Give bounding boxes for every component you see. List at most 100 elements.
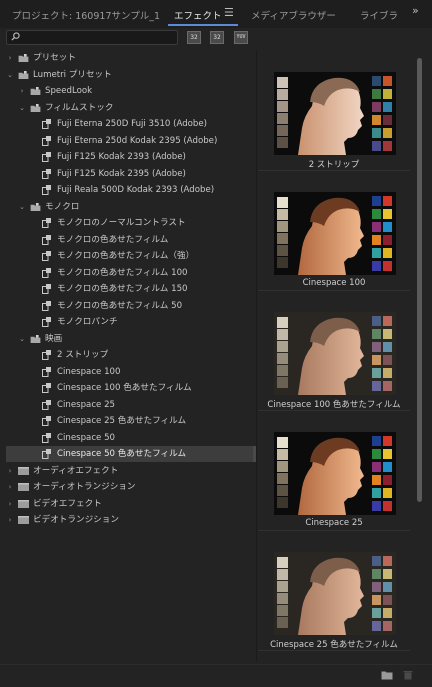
preset-preview-card[interactable]: Cinespace 100 — [258, 170, 410, 291]
tree-folder[interactable]: › オーディオトランジション — [6, 479, 256, 495]
portrait-image — [274, 432, 396, 515]
trash-icon[interactable] — [402, 670, 414, 680]
tree-item-label: オーディオトランジション — [33, 482, 136, 492]
tree-item-label: 2 ストリップ — [57, 350, 109, 360]
search-icon — [11, 32, 20, 41]
preset-caption: Cinespace 25 — [305, 518, 363, 528]
card-divider — [258, 650, 410, 651]
preset-item[interactable]: Cinespace 25 色あせたフィルム — [6, 413, 256, 429]
preset-item[interactable]: Fuji Eterna 250D Fuji 3510 (Adobe) — [6, 116, 256, 132]
tree-folder[interactable]: › SpeedLook — [6, 83, 256, 99]
chevron-right-icon[interactable]: › — [6, 512, 14, 528]
new-bin-icon[interactable] — [381, 670, 393, 680]
preset-item[interactable]: モノクロの色あせたフィルム 150 — [6, 281, 256, 297]
tree-folder[interactable]: › プリセット — [6, 50, 256, 66]
preset-item[interactable]: Fuji Eterna 250d Kodak 2395 (Adobe) — [6, 133, 256, 149]
preset-item[interactable]: Cinespace 50 — [6, 430, 256, 446]
chevron-down-icon[interactable]: ⌄ — [18, 100, 26, 116]
accelerated-effects-button[interactable]: 32 — [187, 31, 201, 44]
preset-item[interactable]: モノクロの色あせたフィルム 100 — [6, 265, 256, 281]
preset-item[interactable]: Cinespace 100 — [6, 364, 256, 380]
preset-icon — [42, 232, 54, 248]
preset-folder-icon — [30, 199, 42, 215]
chevron-right-icon[interactable]: › — [6, 496, 14, 512]
tree-folder[interactable]: › オーディオエフェクト — [6, 463, 256, 479]
preset-folder-icon — [18, 50, 30, 66]
preview-scrollbar[interactable] — [414, 50, 424, 662]
tree-item-label: ビデオトランジション — [33, 515, 119, 525]
preset-preview-card[interactable]: 2 ストリップ — [258, 50, 410, 171]
more-tabs-icon[interactable]: » — [412, 4, 419, 17]
preset-icon — [42, 397, 54, 413]
preset-item[interactable]: Cinespace 25 — [6, 397, 256, 413]
preset-caption: 2 ストリップ — [308, 160, 360, 170]
preset-item[interactable]: Cinespace 100 色あせたフィルム — [6, 380, 256, 396]
tree-item-label: オーディオエフェクト — [33, 465, 119, 476]
chevron-right-icon[interactable]: › — [6, 479, 14, 495]
tab-media-browser[interactable]: メディアブラウザー — [251, 8, 336, 22]
chevron-right-icon[interactable]: › — [6, 50, 14, 66]
tree-folder[interactable]: ⌄ Lumetri プリセット — [6, 67, 256, 83]
preset-preview-card[interactable]: Cinespace 25 — [258, 410, 410, 531]
tree-item-label: Cinespace 100 色あせたフィルム — [57, 383, 192, 393]
portrait-image — [274, 312, 396, 395]
tab-effects[interactable]: エフェクト — [174, 8, 222, 22]
preset-icon — [42, 380, 54, 396]
chevron-right-icon[interactable]: › — [6, 463, 14, 479]
tree-folder[interactable]: › ビデオエフェクト — [6, 496, 256, 512]
chevron-down-icon[interactable]: ⌄ — [6, 67, 14, 83]
tree-item-label: モノクロの色あせたフィルム 50 — [57, 300, 183, 311]
search-input[interactable] — [23, 31, 173, 44]
bin-icon — [18, 496, 30, 512]
preset-item[interactable]: Cinespace 50 色あせたフィルム — [6, 446, 256, 462]
tree-item-label: Cinespace 25 — [57, 399, 115, 410]
tree-item-label: Lumetri プリセット — [33, 69, 112, 80]
tree-item-label: フィルムストック — [45, 102, 114, 113]
tree-item-label: ビデオエフェクト — [33, 498, 102, 509]
bin-icon — [18, 463, 30, 479]
preset-folder-icon — [30, 331, 42, 347]
chevron-right-icon[interactable]: › — [18, 83, 26, 99]
portrait-image — [274, 552, 396, 635]
preset-item[interactable]: モノクロの色あせたフィルム — [6, 232, 256, 248]
preset-item[interactable]: 2 ストリップ — [6, 347, 256, 363]
preset-icon — [42, 364, 54, 380]
tab-project[interactable]: プロジェクト: 160917サンプル_1 — [12, 8, 160, 22]
preset-icon — [42, 248, 54, 264]
preset-preview-card[interactable]: Cinespace 100 色あせたフィルム — [258, 290, 410, 411]
preset-folder-icon — [30, 100, 42, 116]
tree-item-label: 映画 — [45, 333, 63, 344]
tab-library[interactable]: ライブラリ — [360, 8, 400, 22]
panel-menu-icon[interactable]: ☰ — [224, 6, 234, 19]
pane-divider[interactable] — [256, 50, 257, 662]
preset-item[interactable]: モノクロの色あせたフィルム 50 — [6, 298, 256, 314]
preset-preview-card[interactable]: Cinespace 25 色あせたフィルム — [258, 530, 410, 651]
preset-item[interactable]: モノクロのノーマルコントラスト — [6, 215, 256, 231]
preset-icon — [42, 281, 54, 297]
preset-item[interactable]: Fuji Reala 500D Kodak 2393 (Adobe) — [6, 182, 256, 198]
preset-caption: Cinespace 100 色あせたフィルム — [267, 400, 401, 410]
bin-icon — [18, 479, 30, 495]
preset-item[interactable]: モノクロの色あせたフィルム（強） — [6, 248, 256, 264]
tree-item-label: プリセット — [33, 53, 76, 63]
tree-item-label: モノクロパンチ — [57, 317, 118, 327]
tree-folder[interactable]: › ビデオトランジション — [6, 512, 256, 528]
chevron-down-icon[interactable]: ⌄ — [18, 331, 26, 347]
tree-item-label: モノクロのノーマルコントラスト — [57, 218, 186, 228]
preset-thumbnail — [274, 432, 396, 515]
preset-item[interactable]: Fuji F125 Kodak 2393 (Adobe) — [6, 149, 256, 165]
preset-item[interactable]: モノクロパンチ — [6, 314, 256, 330]
tree-folder[interactable]: ⌄ フィルムストック — [6, 100, 256, 116]
tree-folder[interactable]: ⌄ 映画 — [6, 331, 256, 347]
preset-item[interactable]: Fuji F125 Kodak 2395 (Adobe) — [6, 166, 256, 182]
tree-item-label: モノクロの色あせたフィルム — [57, 234, 169, 245]
preset-icon — [42, 265, 54, 281]
tree-item-label: SpeedLook — [45, 86, 93, 96]
yuv-effects-button[interactable]: YUV — [234, 31, 248, 44]
portrait-image — [274, 192, 396, 275]
tree-folder[interactable]: ⌄ モノクロ — [6, 199, 256, 215]
scrollbar-thumb[interactable] — [417, 58, 422, 502]
32bit-effects-button[interactable]: 32 — [210, 31, 224, 44]
chevron-down-icon[interactable]: ⌄ — [18, 199, 26, 215]
tree-item-label: Cinespace 50 — [57, 432, 115, 443]
